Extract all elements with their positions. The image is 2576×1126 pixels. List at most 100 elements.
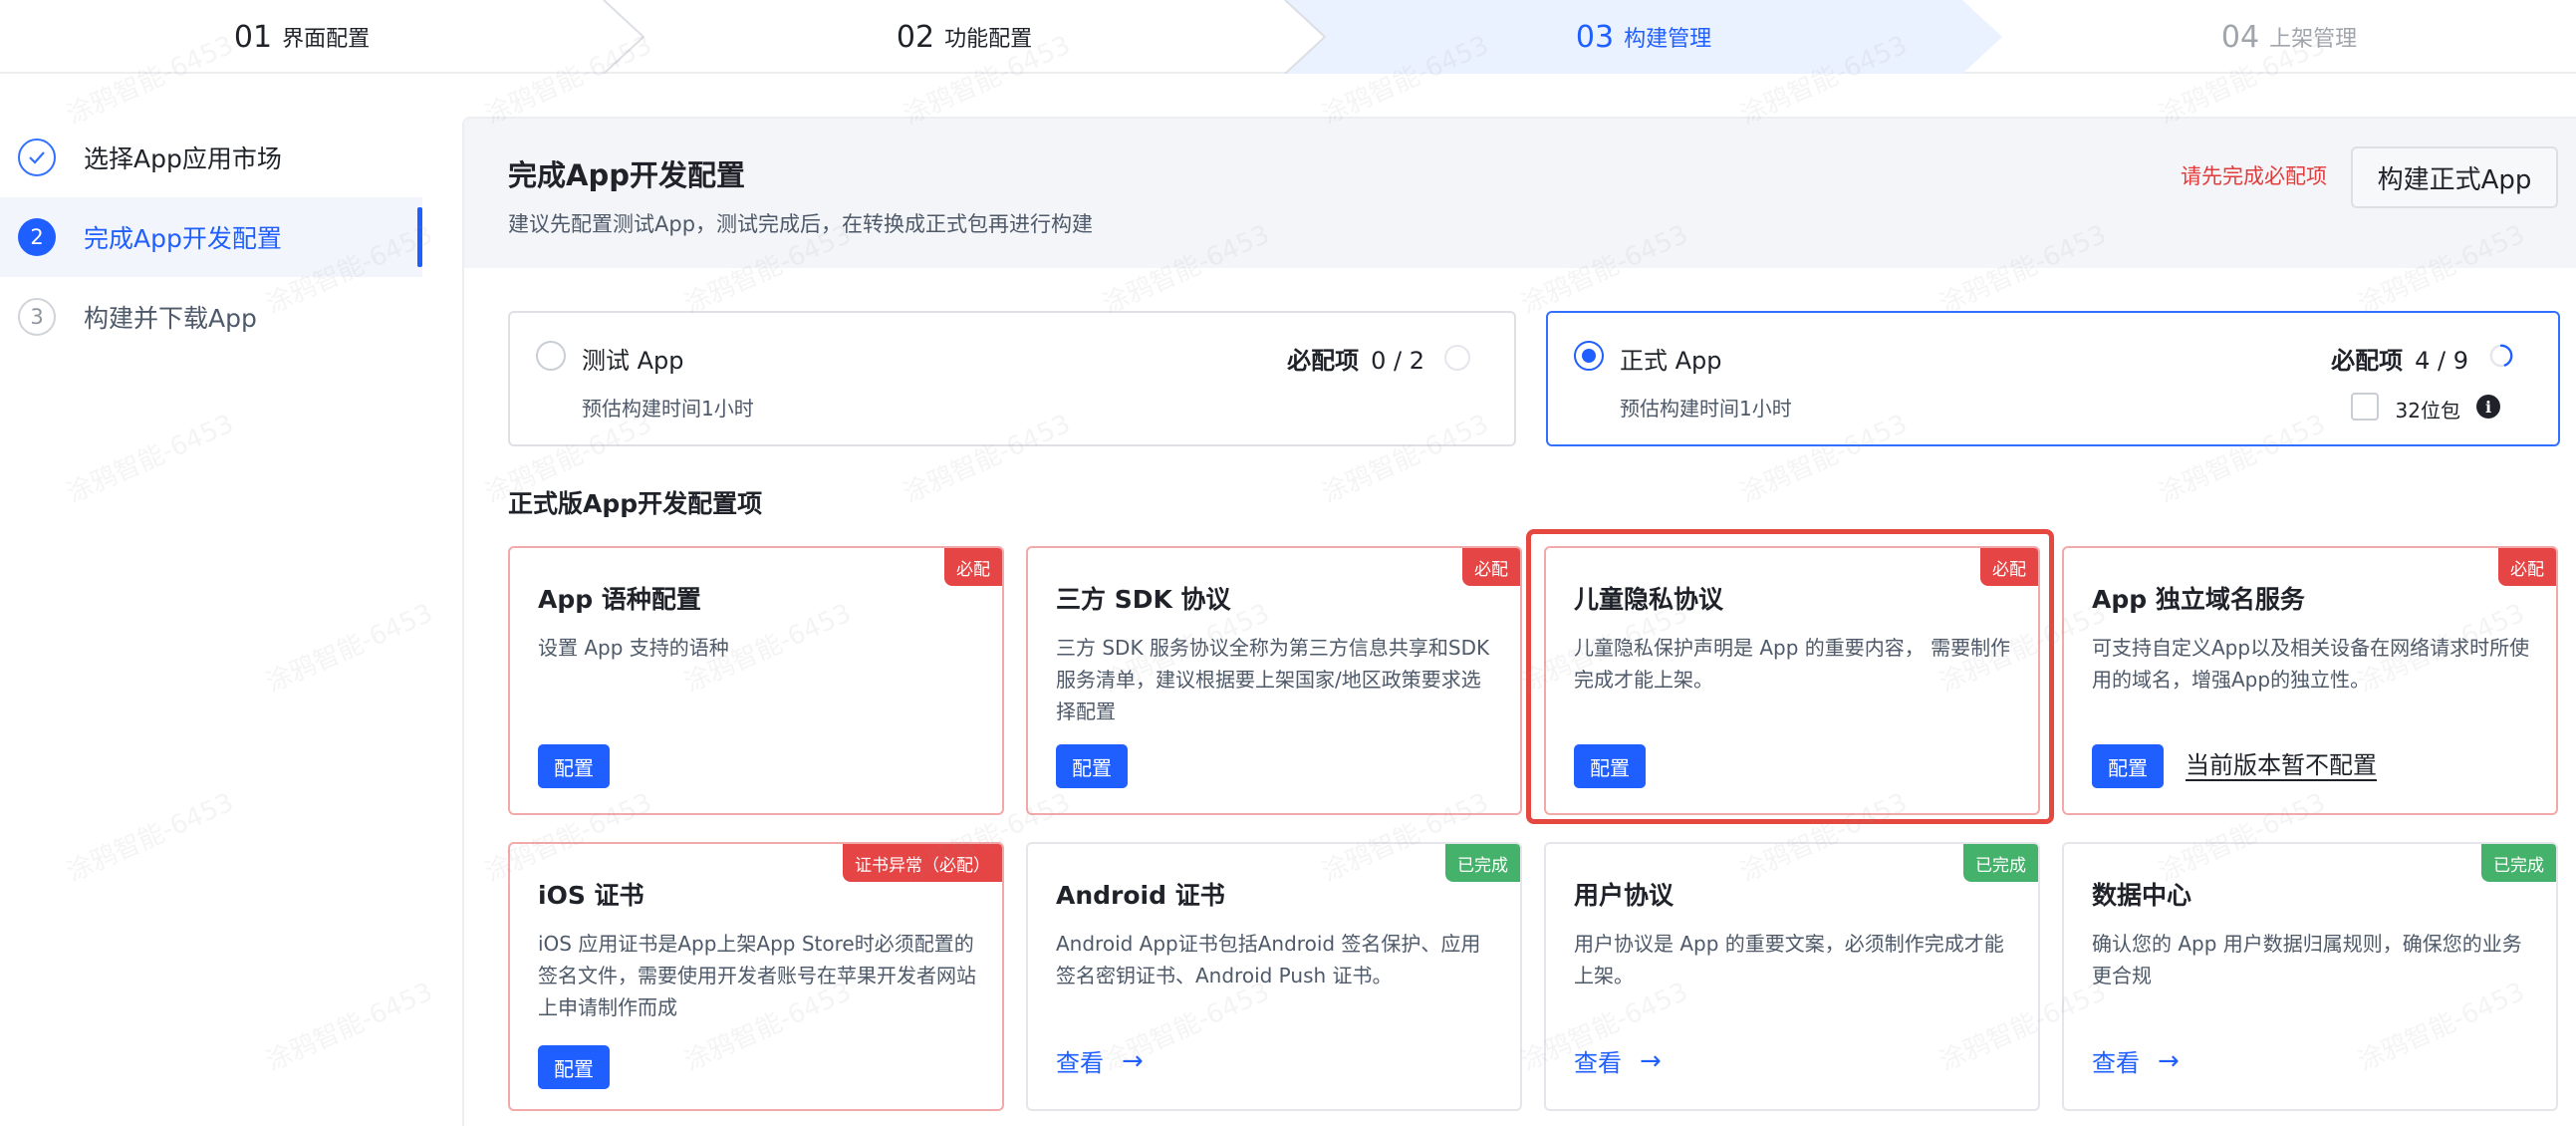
config-card-data-center: 已完成 数据中心 确认您的 App 用户数据归属规则，确保您的业务更合规 查看 →	[2062, 842, 2558, 1111]
config-card-sdk-agreement: 必配 三方 SDK 协议 三方 SDK 服务协议全称为第三方信息共享和SDK 服…	[1026, 546, 1522, 815]
section-title: 正式版App开发配置项	[508, 489, 763, 518]
test-app-radio[interactable]	[536, 341, 566, 371]
step-4-number: 04	[2220, 19, 2260, 55]
view-label: 查看	[1056, 1049, 1104, 1077]
step-3-label: 构建管理	[1624, 27, 1712, 52]
config-card-ios-cert: 证书异常（必配） iOS 证书 iOS 应用证书是App上架App Store时…	[508, 842, 1004, 1111]
required-label: 必配项	[2331, 347, 2404, 375]
page-title: 完成App开发配置	[508, 158, 745, 192]
required-badge: 必配	[1462, 548, 1520, 586]
card-description: 儿童隐私保护声明是 App 的重要内容， 需要制作完成才能上架。	[1574, 636, 2011, 692]
watermark-text: 涂鸦智能-6453	[62, 409, 238, 510]
config-card-domain-service: 必配 App 独立域名服务 可支持自定义App以及相关设备在网络请求时所使用的域…	[2062, 546, 2558, 815]
nav-item-label: 完成App开发配置	[84, 224, 282, 253]
main-panel: 完成App开发配置 建议先配置测试App，测试完成后，在转换成正式包再进行构建 …	[462, 117, 2576, 1126]
page-subtitle: 建议先配置测试App，测试完成后，在转换成正式包再进行构建	[508, 212, 1094, 236]
view-label: 查看	[1574, 1049, 1622, 1077]
card-description: 用户协议是 App 的重要文案，必须制作完成才能上架。	[1574, 932, 2004, 987]
32bit-checkbox[interactable]	[2351, 393, 2379, 421]
step-2[interactable]: 02 功能配置	[644, 0, 1285, 74]
stepper: 01 界面配置 02 功能配置 03 构建管理 04 上架管理	[0, 0, 2576, 74]
watermark-text: 涂鸦智能-6453	[261, 598, 437, 700]
test-required-status: 必配项 0 / 2	[1287, 341, 1424, 376]
required-count: 4 / 9	[2415, 347, 2468, 375]
arrow-right-icon: →	[1122, 1045, 1144, 1076]
nav-item-dev-config[interactable]: 2 完成App开发配置	[0, 197, 422, 277]
view-link[interactable]: 查看 →	[1574, 1043, 1662, 1078]
config-card-android-cert: 已完成 Android 证书 Android App证书包括Android 签名…	[1026, 842, 1522, 1111]
card-description: 设置 App 支持的语种	[538, 636, 729, 660]
test-app-option[interactable]: 测试 App 预估构建时间1小时 必配项 0 / 2	[508, 311, 1516, 446]
config-card-language: 必配 App 语种配置 设置 App 支持的语种 配置	[508, 546, 1004, 815]
completed-badge: 已完成	[1963, 844, 2038, 882]
required-badge: 必配	[944, 548, 1002, 586]
release-app-radio[interactable]	[1574, 341, 1604, 371]
step-2-label: 功能配置	[944, 27, 1033, 52]
release-required-status: 必配项 4 / 9	[2331, 341, 2468, 376]
view-label: 查看	[2092, 1049, 2140, 1077]
watermark-text: 涂鸦智能-6453	[62, 787, 238, 889]
completed-badge: 已完成	[2481, 844, 2556, 882]
card-title: iOS 证书	[538, 881, 644, 910]
test-app-name: 测试 App	[582, 347, 684, 375]
test-app-build-time: 预估构建时间1小时	[582, 397, 754, 421]
card-description: 可支持自定义App以及相关设备在网络请求时所使用的域名，增强App的独立性。	[2092, 636, 2530, 692]
completed-badge: 已完成	[1445, 844, 1520, 882]
configure-button[interactable]: 配置	[538, 1045, 610, 1089]
check-icon	[18, 139, 56, 176]
card-description: 确认您的 App 用户数据归属规则，确保您的业务更合规	[2092, 932, 2522, 987]
required-badge: 必配	[1980, 548, 2038, 586]
card-title: Android 证书	[1056, 881, 1225, 910]
release-progress-ring-icon	[2489, 344, 2513, 368]
card-title: 三方 SDK 协议	[1056, 585, 1231, 614]
configure-button[interactable]: 配置	[538, 744, 610, 788]
nav-item-label: 选择App应用市场	[84, 144, 282, 173]
nav-item-select-market[interactable]: 选择App应用市场	[0, 118, 422, 197]
arrow-right-icon: →	[1640, 1045, 1662, 1076]
card-title: App 独立域名服务	[2092, 585, 2305, 614]
card-title: 数据中心	[2092, 881, 2192, 910]
sidebar-nav: 选择App应用市场 2 完成App开发配置 3 构建并下载App	[0, 118, 422, 357]
required-count: 0 / 2	[1371, 347, 1424, 375]
config-card-user-agreement: 已完成 用户协议 用户协议是 App 的重要文案，必须制作完成才能上架。 查看 →	[1544, 842, 2040, 1111]
step-2-number: 02	[896, 19, 935, 55]
release-app-option[interactable]: 正式 App 预估构建时间1小时 必配项 4 / 9 32位包 i	[1546, 311, 2560, 446]
step-number-icon: 3	[18, 298, 56, 336]
step-1-label: 界面配置	[282, 27, 371, 52]
test-progress-ring-icon	[1444, 345, 1470, 371]
required-label: 必配项	[1287, 347, 1360, 375]
step-3[interactable]: 03 构建管理	[1325, 0, 1962, 74]
required-warning: 请先完成必配项	[2181, 164, 2327, 188]
step-4[interactable]: 04 上架管理	[2002, 0, 2576, 74]
release-app-build-time: 预估构建时间1小时	[1620, 397, 1792, 421]
32bit-label: 32位包	[2395, 399, 2460, 422]
card-description: 三方 SDK 服务协议全称为第三方信息共享和SDK 服务清单，建议根据要上架国家…	[1056, 636, 1490, 723]
nav-item-build-download[interactable]: 3 构建并下载App	[0, 277, 422, 357]
step-number-icon: 2	[18, 218, 56, 256]
view-link[interactable]: 查看 →	[1056, 1043, 1144, 1078]
build-release-app-button[interactable]: 构建正式App	[2351, 146, 2558, 208]
configure-button[interactable]: 配置	[1574, 744, 1646, 788]
card-description: Android App证书包括Android 签名保护、应用签名密钥证书、And…	[1056, 932, 1481, 987]
card-title: 用户协议	[1574, 881, 1674, 910]
release-app-name: 正式 App	[1620, 347, 1722, 375]
panel-header: 完成App开发配置 建议先配置测试App，测试完成后，在转换成正式包再进行构建 …	[464, 119, 2576, 268]
required-badge: 必配	[2498, 548, 2556, 586]
card-description: iOS 应用证书是App上架App Store时必须配置的签名文件，需要使用开发…	[538, 932, 976, 1019]
step-1[interactable]: 01 界面配置	[0, 0, 604, 74]
step-3-number: 03	[1575, 19, 1615, 55]
arrow-right-icon: →	[2158, 1045, 2180, 1076]
nav-item-label: 构建并下载App	[84, 304, 257, 333]
configure-button[interactable]: 配置	[2092, 744, 2164, 788]
card-title: App 语种配置	[538, 585, 701, 614]
view-link[interactable]: 查看 →	[2092, 1043, 2180, 1078]
config-card-child-privacy: 必配 儿童隐私协议 儿童隐私保护声明是 App 的重要内容， 需要制作完成才能上…	[1544, 546, 2040, 815]
watermark-text: 涂鸦智能-6453	[261, 977, 437, 1078]
info-icon[interactable]: i	[2476, 395, 2500, 419]
card-title: 儿童隐私协议	[1574, 585, 1724, 614]
step-1-number: 01	[233, 19, 273, 55]
skip-config-link[interactable]: 当前版本暂不配置	[2186, 745, 2377, 780]
configure-button[interactable]: 配置	[1056, 744, 1128, 788]
cert-error-badge: 证书异常（必配）	[843, 844, 1002, 882]
step-4-label: 上架管理	[2269, 27, 2358, 52]
